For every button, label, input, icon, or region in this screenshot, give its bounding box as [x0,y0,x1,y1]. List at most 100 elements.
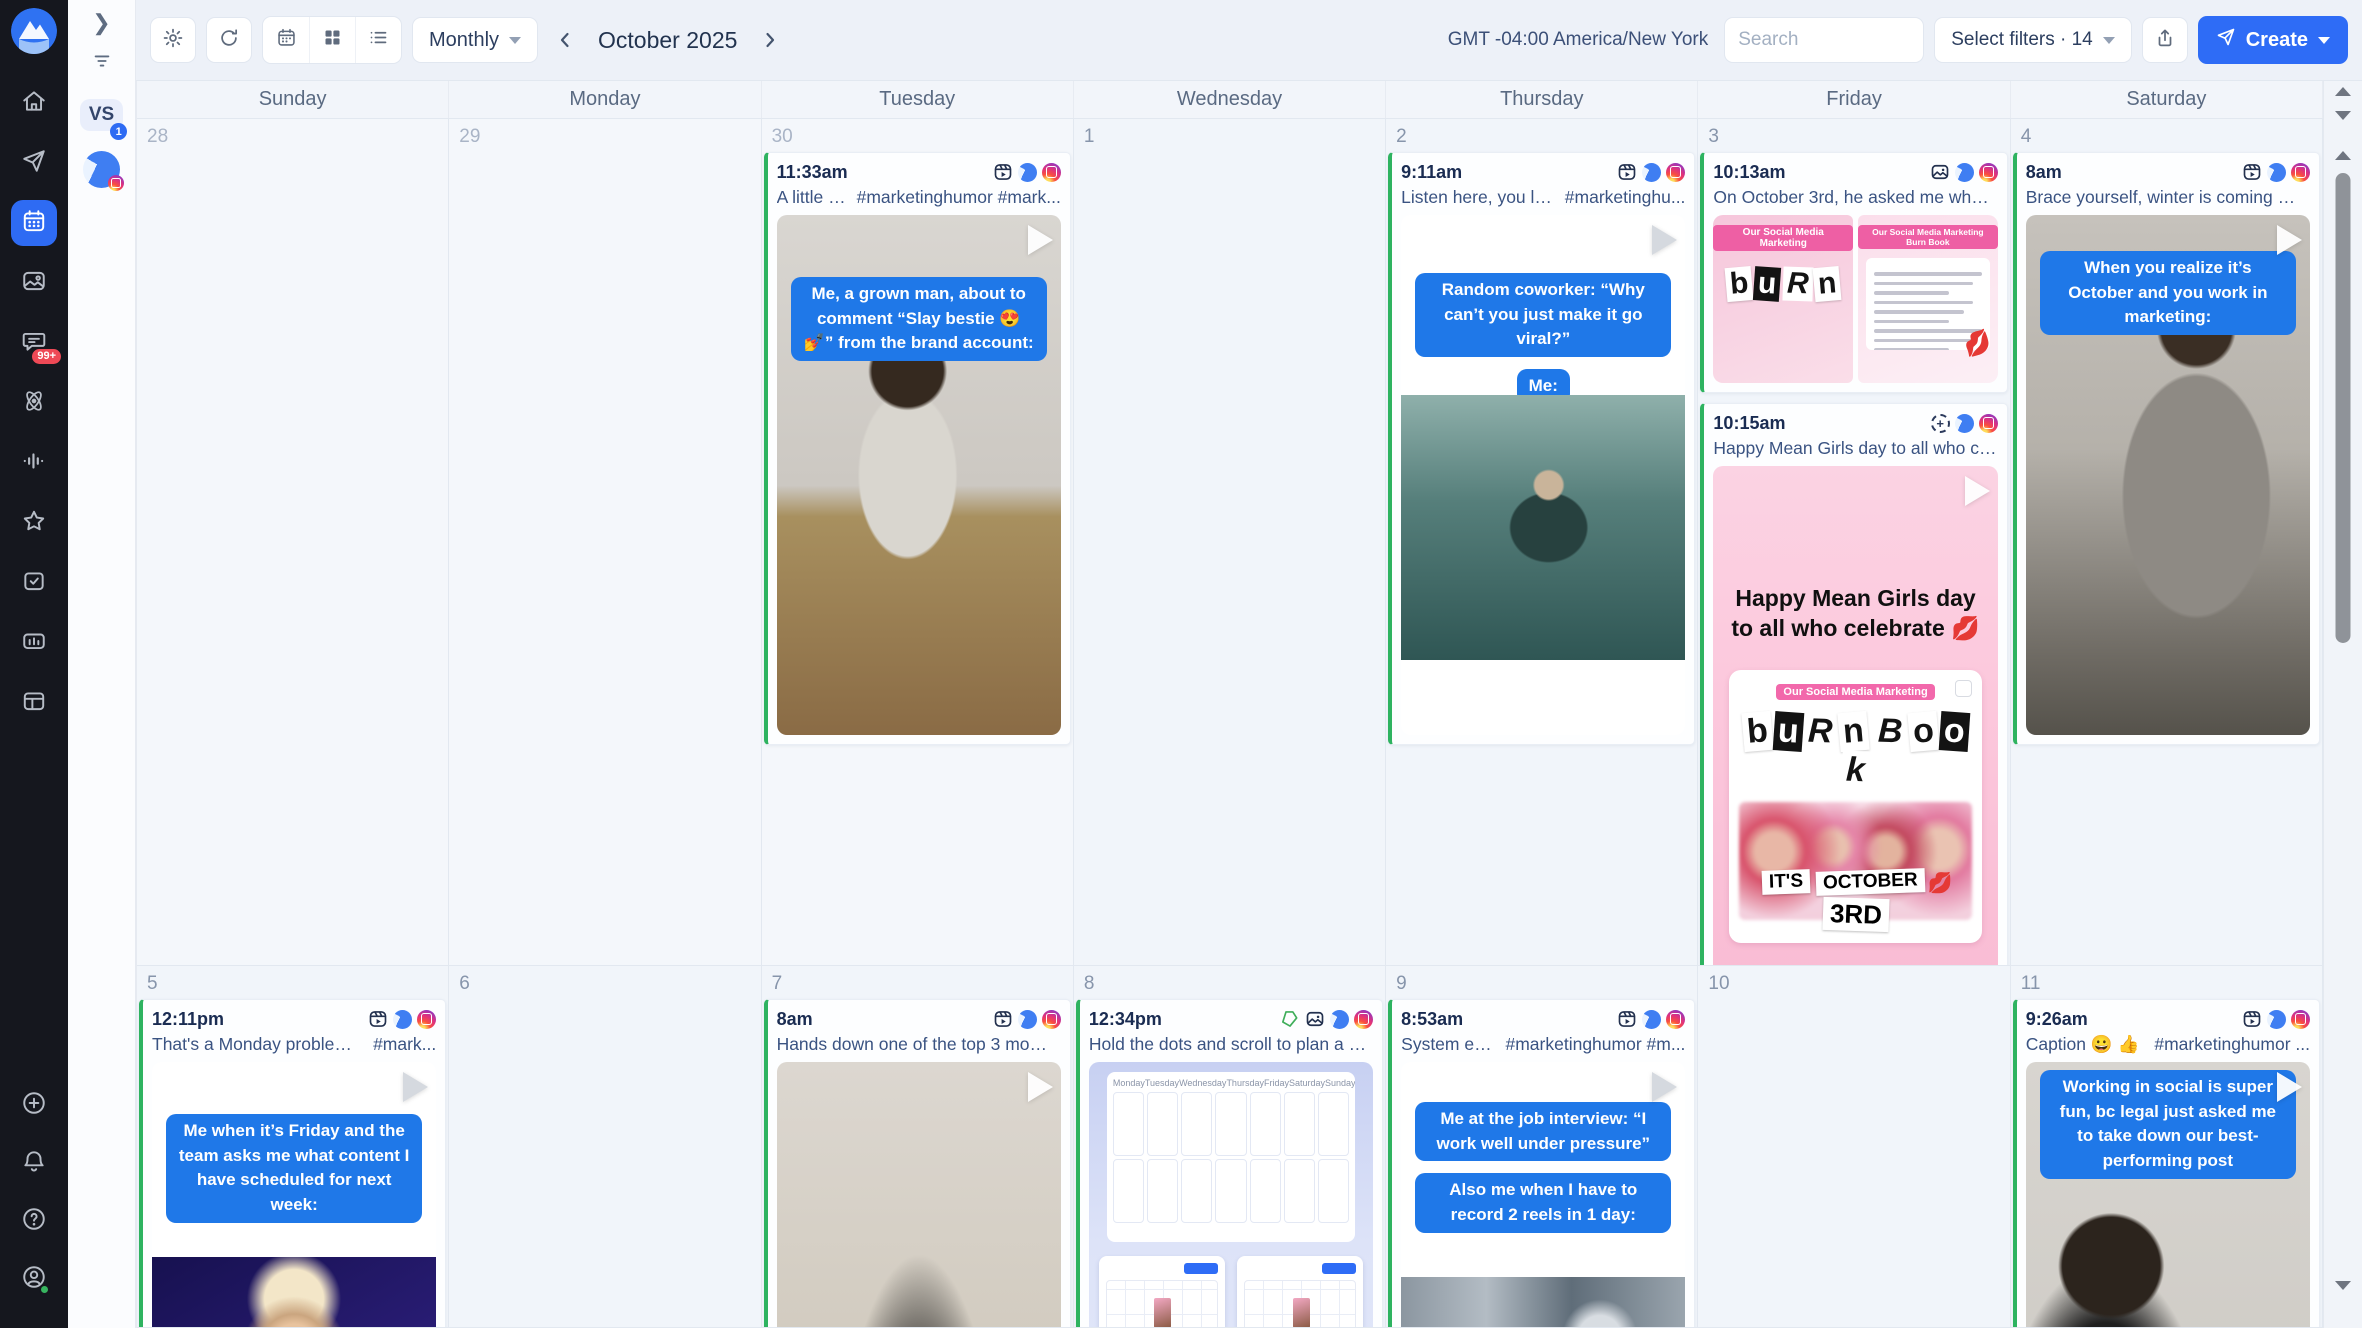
scroll-up-icon[interactable] [2335,87,2351,96]
day-cell[interactable]: 10 [1698,966,2010,1328]
post-caption-text: Listen here, you little... [1401,187,1555,208]
vista-social-logo[interactable] [11,8,57,54]
post-card[interactable]: 11:33amA little BTS#marketinghumor #mark… [764,152,1071,745]
filters-dropdown[interactable]: Select filters · 14 [1934,17,2132,63]
profile-avatar[interactable] [83,151,120,188]
post-card[interactable]: 9:26amCaption 😀 👍#marketinghumor ... Work… [2013,999,2320,1328]
post-media-preview[interactable]: MondayTuesdayWednesdayThursdayFridaySatu… [1089,1062,1373,1328]
post-media-preview[interactable]: Working in social is super fun, bc legal… [2026,1062,2310,1328]
search-input[interactable] [1724,17,1924,63]
day-cell[interactable]: 1 [1074,119,1386,966]
share-button[interactable] [2142,17,2188,63]
list-view-icon [368,27,389,53]
day-cell[interactable]: 28 [137,119,449,966]
main-area: Monthly October 2025 GMT -04:00 America/… [136,0,2362,1328]
date-number: 28 [137,119,448,152]
sidebar-item-reviews[interactable] [11,500,57,546]
date-number: 3 [1698,119,2009,152]
post-time: 12:11pm [152,1009,224,1030]
sidebar-account-button[interactable] [11,1256,57,1302]
post-card[interactable]: 8amBrace yourself, winter is coming 🎃 🎅 … [2013,152,2320,745]
sidebar-item-media[interactable] [11,260,57,306]
play-icon [403,1072,428,1102]
post-media-preview[interactable]: Happy Mean Girls day to all who celebrat… [1713,466,1997,966]
previous-month-button[interactable] [548,23,582,57]
grid-view-button[interactable] [309,17,355,63]
post-media-preview[interactable]: Our Social Media MarketingbuRnOur Social… [1713,215,1997,383]
mini-calendar-preview: MondayTuesdayWednesdayThursdayFridaySatu… [1107,1072,1355,1242]
sidebar-item-listening[interactable] [11,440,57,486]
sticker-icon [1280,1009,1300,1029]
list-view-button[interactable] [355,17,401,63]
post-media-preview[interactable]: Random coworker: “Why can’t you just mak… [1401,215,1685,735]
day-cell[interactable]: 119:26amCaption 😀 👍#marketinghumor ...Wo… [2011,966,2323,1328]
date-number: 30 [762,119,1073,152]
reels-icon [1617,1009,1637,1029]
meme-photo [1401,395,1685,660]
scrollbar-down-arrow[interactable] [2335,1281,2351,1290]
day-cell[interactable]: 812:34pmHold the dots and scroll to plan… [1074,966,1386,1328]
photo-icon [1930,162,1950,182]
post-card[interactable]: 12:34pmHold the dots and scroll to plan … [1076,999,1383,1328]
day-cell[interactable]: 48amBrace yourself, winter is coming 🎃 🎅… [2011,119,2323,966]
story-heading: Happy Mean Girls day to all who celebrat… [1725,584,1987,644]
day-cell[interactable]: 29:11amListen here, you little...#market… [1386,119,1698,966]
post-caption: System error#marketinghumor #m... [1401,1034,1685,1055]
day-cell[interactable]: 6 [449,966,761,1328]
post-card[interactable]: 8:53amSystem error#marketinghumor #m...M… [1388,999,1695,1328]
next-month-button[interactable] [753,23,787,57]
refresh-button[interactable] [206,17,252,63]
sidebar-notifications-button[interactable] [11,1140,57,1186]
sidebar-add-button[interactable] [11,1082,57,1128]
post-card[interactable]: 10:13amOn October 3rd, he asked me what … [1700,152,2007,393]
post-media-preview[interactable]: Me when it’s Friday and the team asks me… [152,1062,436,1328]
workspace-pill[interactable]: VS 1 [80,99,123,131]
sidebar-item-inbox[interactable]: 99+ [11,320,57,366]
plus-circle-icon [21,1090,47,1121]
month-title: October 2025 [598,27,737,54]
post-header: 9:26am [2026,1005,2310,1033]
day-cell[interactable]: 512:11pmThat's a Monday problem 😂#mark..… [137,966,449,1328]
day-cell[interactable]: 98:53amSystem error#marketinghumor #m...… [1386,966,1698,1328]
workspace-label: VS [89,104,114,125]
post-card[interactable]: 9:11amListen here, you little...#marketi… [1388,152,1695,745]
expand-sidebar-chevron[interactable]: ❯ [92,12,110,34]
post-caption: Caption 😀 👍#marketinghumor ... [2026,1034,2310,1055]
sidebar-item-home[interactable] [11,80,57,126]
sidebar-help-button[interactable] [11,1198,57,1244]
sidebar-item-tasks[interactable] [11,560,57,606]
post-media-preview[interactable] [777,1062,1061,1328]
view-switcher-group [262,16,402,64]
instagram-icon [1042,163,1061,182]
sidebar-item-connections[interactable] [11,380,57,426]
sidebar-item-calendar[interactable] [11,200,57,246]
day-cell[interactable]: 3011:33amA little BTS#marketinghumor #ma… [762,119,1074,966]
post-media-preview[interactable]: Me at the job interview: “I work well un… [1401,1062,1685,1328]
post-caption: Hold the dots and scroll to plan a mont.… [1089,1034,1373,1055]
settings-button[interactable] [150,17,196,63]
create-button[interactable]: Create [2198,16,2348,64]
day-header: Tuesday [762,81,1074,118]
post-card[interactable]: 8amHands down one of the top 3 moments .… [764,999,1071,1328]
calendar-view-button[interactable] [263,17,309,63]
sidebar-item-reports[interactable] [11,620,57,666]
photo-icon [1305,1009,1325,1029]
day-cell[interactable]: 29 [449,119,761,966]
view-mode-dropdown[interactable]: Monthly [412,17,538,63]
scrollbar-thumb[interactable] [2336,173,2351,643]
post-header: 8am [2026,158,2310,186]
sidebar-item-planner[interactable] [11,680,57,726]
post-card[interactable]: 10:15am+Happy Mean Girls day to all who … [1700,403,2007,966]
day-cell[interactable]: 78amHands down one of the top 3 moments … [762,966,1074,1328]
post-media-preview[interactable]: Me, a grown man, about to comment “Slay … [777,215,1061,735]
letter-chip: OCTOBER [1815,868,1924,896]
scrollbar-up-arrow[interactable] [2335,151,2351,160]
post-card[interactable]: 12:11pmThat's a Monday problem 😂#mark...… [139,999,446,1328]
sidebar-item-publish[interactable] [11,140,57,186]
post-media-preview[interactable]: When you realize it’s October and you wo… [2026,215,2310,735]
vertical-scrollbar [2323,81,2362,1328]
day-cell[interactable]: 310:13amOn October 3rd, he asked me what… [1698,119,2010,966]
post-hashtags: #marketinghumor #mark... [857,187,1061,208]
profile-filter-icon[interactable] [91,50,113,77]
scroll-down-icon[interactable] [2335,111,2351,120]
